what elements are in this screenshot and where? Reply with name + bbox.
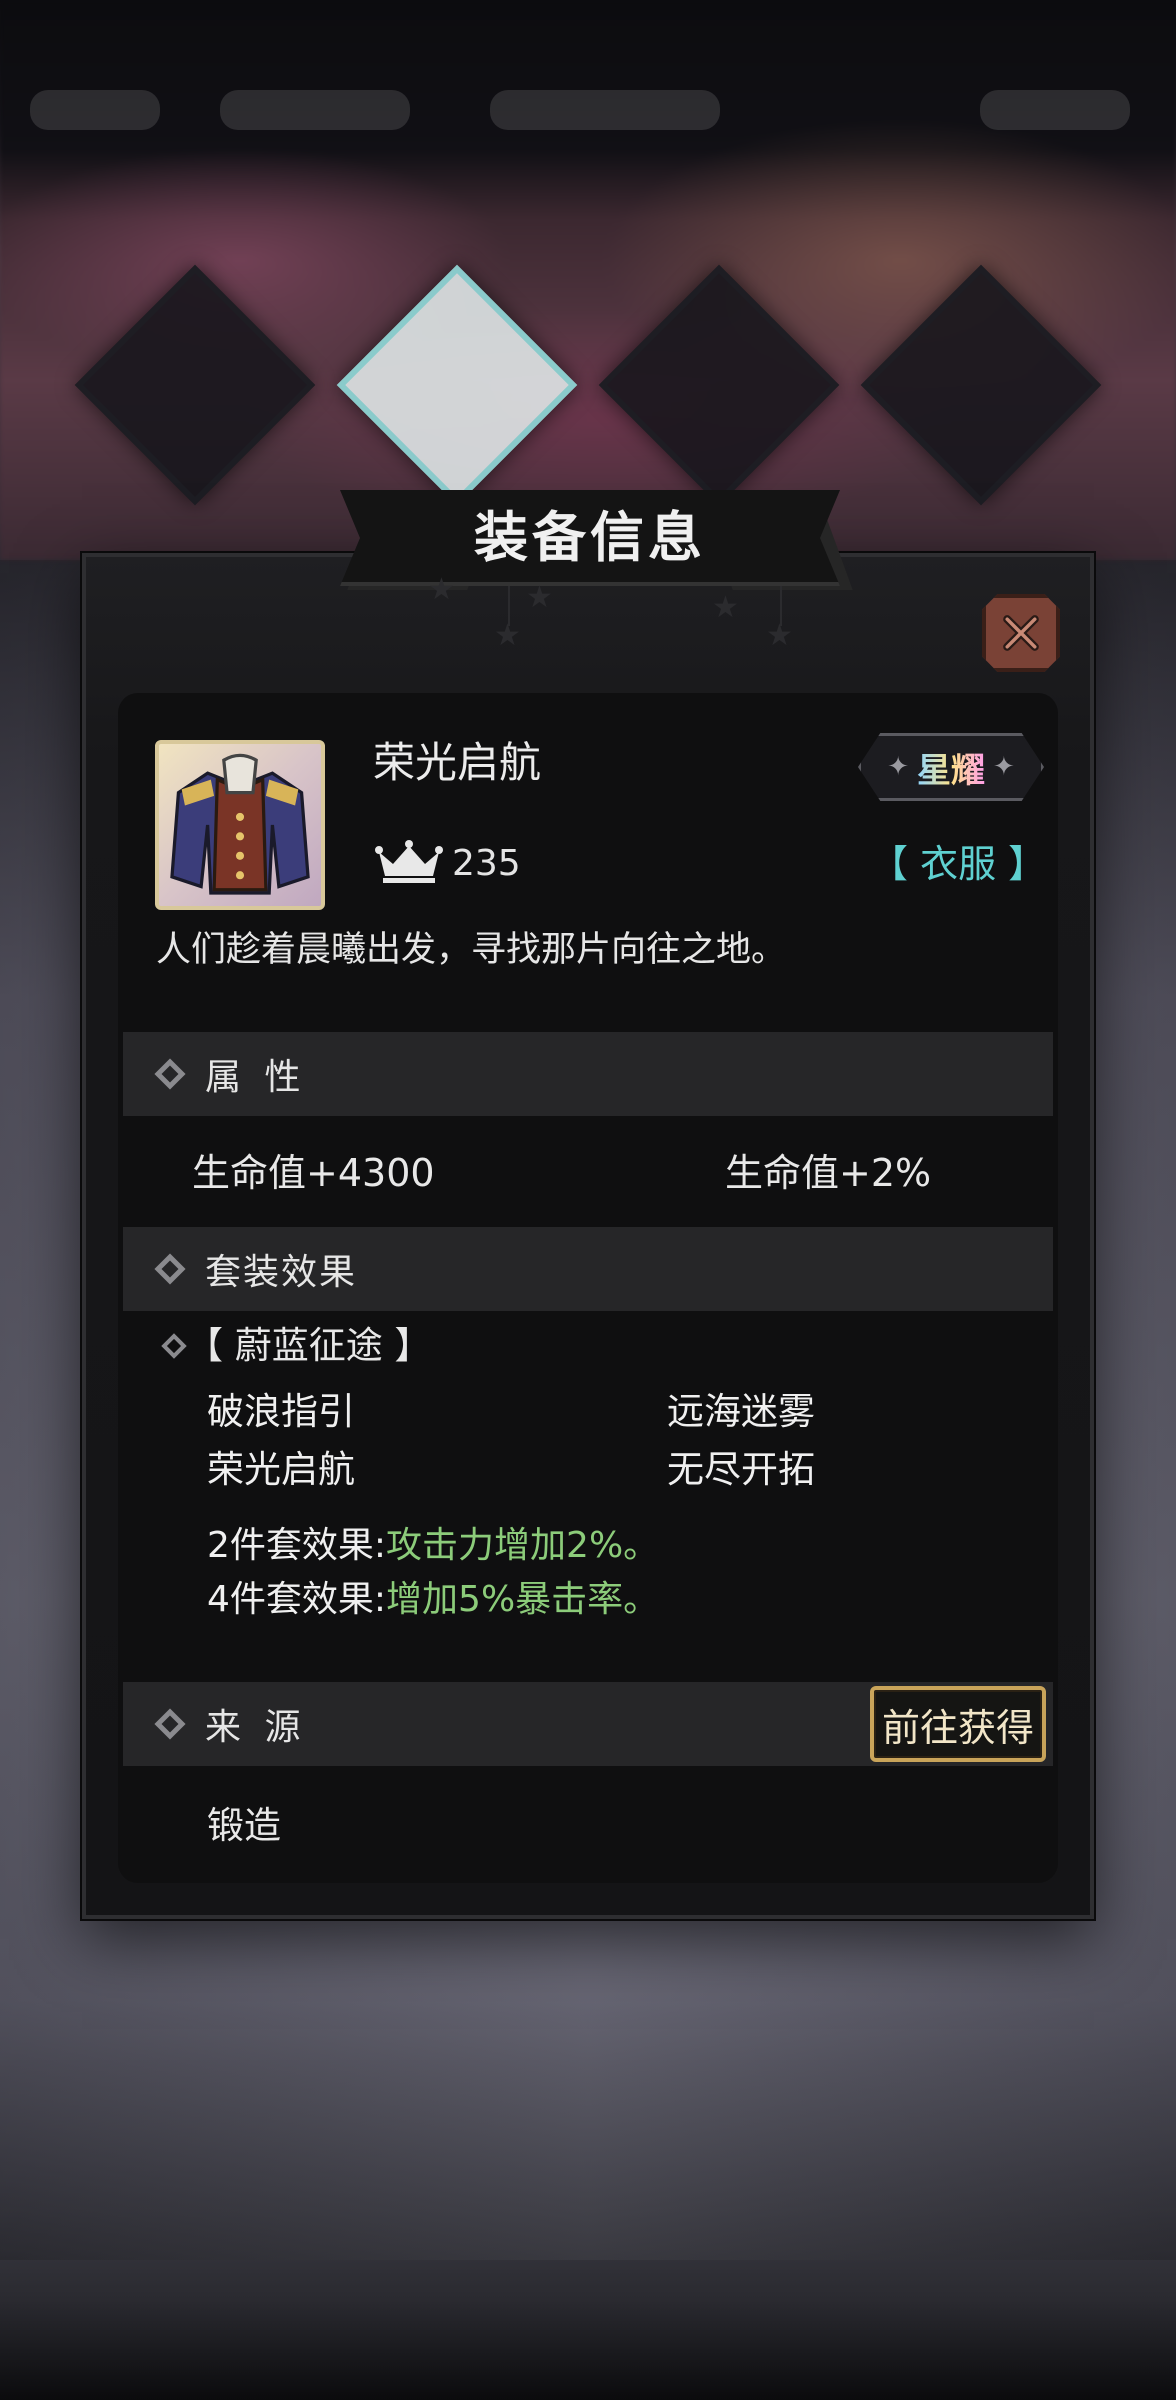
set-effect-header: 套装效果	[123, 1227, 1053, 1311]
item-description: 人们趁着晨曦出发，寻找那片向往之地。	[156, 930, 787, 970]
status-bar-blur	[980, 90, 1130, 130]
rarity-badge: ✦ 星耀 ✦	[858, 733, 1044, 801]
set-bonus-effect: 增加5%暴击率。	[386, 1579, 660, 1620]
set-bonus-label: 2件套效果:	[207, 1525, 387, 1566]
power-value: 235	[452, 843, 521, 884]
diamond-icon	[154, 1058, 186, 1090]
goto-obtain-button[interactable]: 前往获得	[870, 1686, 1046, 1762]
set-effect-header-label: 套装效果	[205, 1252, 358, 1293]
set-piece: 荣光启航	[207, 1448, 355, 1491]
status-bar-blur	[30, 90, 160, 130]
set-bonus-label: 4件套效果:	[207, 1579, 387, 1620]
attributes-header: 属 性	[123, 1032, 1053, 1116]
attribute-value: 生命值+2%	[725, 1151, 932, 1195]
attributes-header-label: 属 性	[205, 1057, 307, 1098]
set-bonus-4: 4件套效果:增加5%暴击率。	[207, 1574, 659, 1626]
crown-icon	[375, 840, 443, 883]
currency-blur	[220, 90, 410, 130]
diamond-ornament-icon: ✦	[887, 752, 909, 782]
diamond-ornament-icon: ✦	[993, 752, 1015, 782]
item-type: 【 衣服 】	[870, 842, 1047, 886]
set-bonus-effect: 攻击力增加2%。	[386, 1525, 660, 1566]
set-piece: 无尽开拓	[667, 1448, 815, 1491]
diamond-icon	[154, 1253, 186, 1285]
dialog-title: 装备信息	[474, 506, 706, 569]
set-name: 【 蔚蓝征途 】	[186, 1324, 432, 1367]
currency-blur	[490, 90, 720, 130]
close-button[interactable]	[982, 594, 1060, 672]
set-bonus-2: 2件套效果:攻击力增加2%。	[207, 1520, 659, 1572]
attribute-value: 生命值+4300	[192, 1151, 435, 1195]
rarity-label: 星耀	[917, 743, 985, 792]
star-icon: ★	[428, 572, 455, 607]
set-piece: 破浪指引	[207, 1390, 355, 1433]
diamond-icon	[154, 1708, 186, 1740]
star-icon: ★	[494, 618, 521, 653]
star-icon: ★	[526, 580, 553, 615]
source-value: 锻造	[207, 1804, 281, 1847]
source-header-label: 来 源	[205, 1707, 307, 1748]
star-icon: ★	[766, 618, 793, 653]
jacket-icon	[155, 740, 325, 910]
star-icon: ★	[712, 590, 739, 625]
item-name: 荣光启航	[373, 738, 542, 787]
close-icon	[1003, 615, 1039, 651]
set-piece: 远海迷雾	[667, 1390, 815, 1433]
